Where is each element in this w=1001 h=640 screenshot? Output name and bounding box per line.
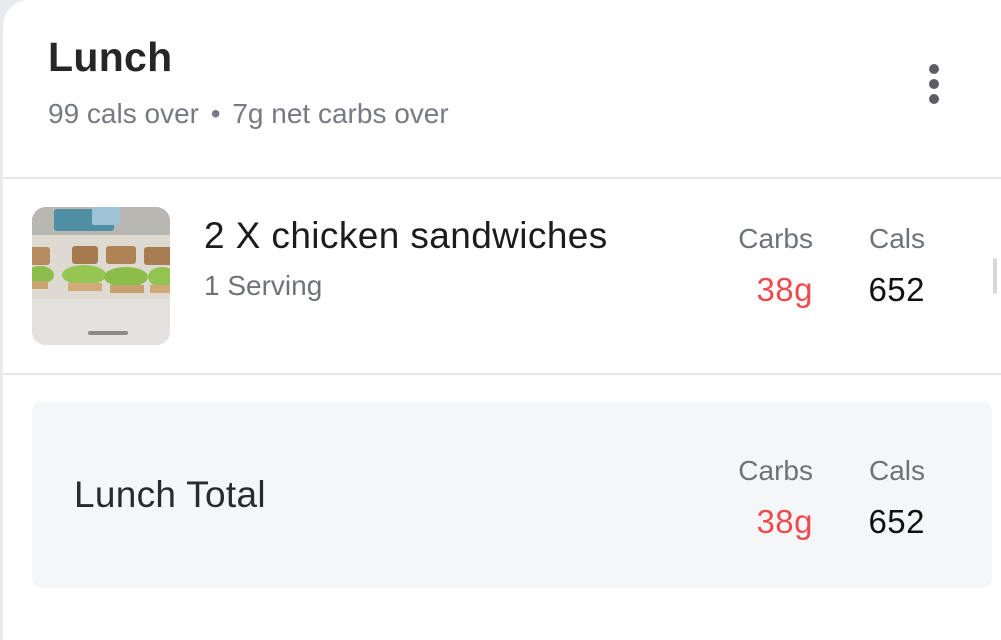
meal-summary: 99 cals over • 7g net carbs over [48, 98, 449, 130]
divider [3, 177, 1001, 179]
meal-total-label: Lunch Total [74, 474, 266, 515]
total-cals-value: 652 [868, 503, 925, 540]
food-item-row[interactable]: 2 X chicken sandwiches 1 Serving Carbs C… [3, 180, 1001, 373]
total-carbs-label: Carbs [738, 455, 813, 486]
meal-card: Lunch 99 cals over • 7g net carbs over 2… [3, 0, 1001, 640]
meal-header: Lunch 99 cals over • 7g net carbs over [3, 0, 1001, 178]
cals-value: 652 [868, 271, 925, 308]
meal-title: Lunch [48, 34, 173, 80]
divider [3, 373, 1001, 375]
food-name: 2 X chicken sandwiches [204, 215, 608, 256]
cals-over-text: 99 cals over [48, 98, 199, 129]
food-serving: 1 Serving [204, 270, 323, 301]
carbs-value: 38g [756, 271, 813, 308]
summary-separator: • [210, 98, 221, 129]
more-vertical-icon [929, 64, 939, 74]
total-carbs-value: 38g [756, 503, 813, 540]
carbs-over-text: 7g net carbs over [232, 98, 449, 129]
cals-label: Cals [868, 223, 925, 254]
food-thumbnail [32, 207, 170, 345]
total-cals-label: Cals [868, 455, 925, 486]
carbs-label: Carbs [738, 223, 813, 254]
swipe-handle[interactable] [993, 258, 997, 294]
meal-total-box: Lunch Total Carbs Cals 38g 652 [32, 402, 992, 588]
sandwiches-photo [32, 207, 170, 345]
more-options-button[interactable] [915, 56, 953, 112]
